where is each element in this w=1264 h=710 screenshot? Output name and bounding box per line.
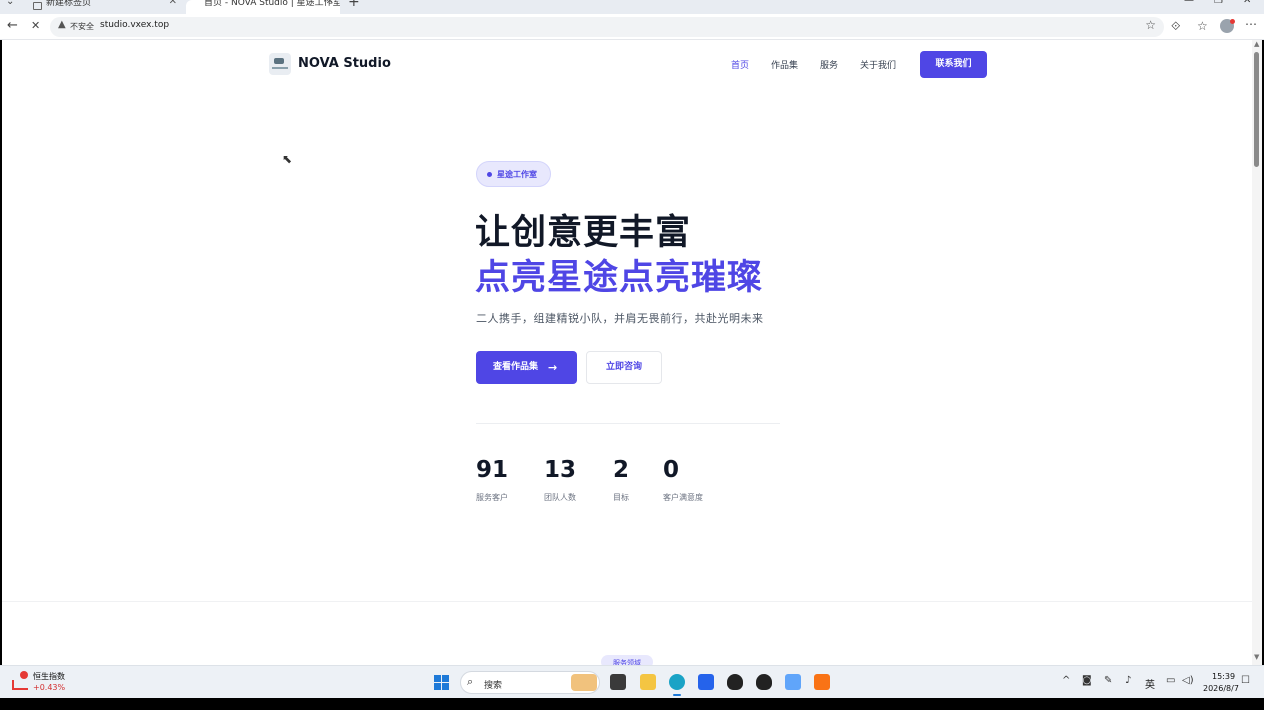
window-close-icon[interactable]: ✕ <box>1243 0 1251 6</box>
tab-page-icon <box>33 2 42 10</box>
search-highlight-icon <box>571 674 597 691</box>
tab-actions-icon[interactable]: ⌄ <box>6 0 14 7</box>
qq-icon[interactable] <box>727 674 743 690</box>
address-toolbar: ← ✕ ▲ 不安全 studio.vxex.top ☆ ⟐ ☆ ⋯ <box>0 14 1264 40</box>
view-portfolio-label: 查看作品集 <box>493 362 539 372</box>
back-icon[interactable]: ← <box>7 18 18 33</box>
tray-chevron-icon[interactable]: ^ <box>1062 675 1070 686</box>
badge-dot-icon <box>487 172 492 177</box>
url-text[interactable]: studio.vxex.top <box>100 20 169 30</box>
contact-button[interactable]: 联系我们 <box>920 51 987 78</box>
page-viewport: NOVA Studio 首页 作品集 服务 关于我们 联系我们 星途工作室 让创… <box>2 40 1252 665</box>
minimize-icon[interactable]: — <box>1184 0 1194 6</box>
hero-subtitle: 二人携手，组建精锐小队，并肩无畏前行，共赴光明未来 <box>476 312 764 325</box>
network-icon[interactable]: ▭ <box>1166 675 1175 686</box>
stat-label-satisfaction: 客户满意度 <box>663 493 703 502</box>
studio-badge: 星途工作室 <box>476 161 551 187</box>
tab-close-icon[interactable]: ✕ <box>326 0 334 7</box>
taskbar-search[interactable]: ⌕ 搜索 <box>460 671 600 694</box>
scroll-up-icon[interactable]: ▲ <box>1254 40 1259 48</box>
volume-icon[interactable]: ◁) <box>1182 675 1194 686</box>
nav-home[interactable]: 首页 <box>731 58 749 71</box>
arrow-right-icon: → <box>548 361 558 374</box>
windows-taskbar: 恒生指数 +0.43% ⌕ 搜索 ^ ◙ ✎ ♪ 英 ▭ ◁) 15:39 20… <box>0 665 1264 698</box>
store-icon[interactable] <box>698 674 714 690</box>
stat-label-goal: 目标 <box>613 493 629 502</box>
hero-title-line2: 点亮星途点亮璀璨 <box>475 258 764 298</box>
tab-title: 新建标签页 <box>46 0 92 8</box>
address-bar[interactable]: ▲ 不安全 studio.vxex.top ☆ <box>50 17 1164 37</box>
edge-browser-icon[interactable] <box>669 674 685 696</box>
file-explorer-icon[interactable] <box>640 674 656 690</box>
favorites-icon[interactable]: ☆ <box>1197 19 1208 33</box>
warning-icon[interactable]: ▲ <box>58 19 66 30</box>
app-window-icon[interactable] <box>785 674 801 690</box>
microphone-icon[interactable]: ♪ <box>1125 675 1131 686</box>
screen-bottom-edge <box>0 698 1264 710</box>
stat-value-team: 13 <box>544 457 577 483</box>
tab-new-tab[interactable]: 新建标签页 ✕ <box>28 0 183 14</box>
stock-widget-icon[interactable] <box>12 671 28 690</box>
clock-time[interactable]: 15:39 <box>1212 672 1235 681</box>
nav-portfolio[interactable]: 作品集 <box>771 58 798 71</box>
tab-strip: ⌄ 新建标签页 ✕ 首页 - NOVA Studio | 星途工作室 ✕ + —… <box>0 0 1264 14</box>
mouse-cursor-icon: ⬉ <box>282 152 293 166</box>
new-tab-button[interactable]: + <box>348 0 360 10</box>
extensions-icon[interactable]: ⟐ <box>1171 19 1180 34</box>
scroll-down-icon[interactable]: ▼ <box>1254 653 1259 661</box>
badge-text: 星途工作室 <box>497 170 537 179</box>
windows-start-icon[interactable] <box>434 675 450 691</box>
view-portfolio-button[interactable]: 查看作品集 → <box>476 351 577 384</box>
search-label: 搜索 <box>484 681 503 691</box>
insecure-label[interactable]: 不安全 <box>70 21 94 32</box>
services-section-badge: 服务领域 <box>601 655 653 665</box>
app-tool-icon[interactable] <box>814 674 830 690</box>
tray-pencil-icon[interactable]: ✎ <box>1104 675 1112 686</box>
tab-close-icon[interactable]: ✕ <box>169 0 177 7</box>
stat-value-satisfaction: 0 <box>663 457 680 483</box>
notification-icon[interactable]: ☐ <box>1241 675 1250 686</box>
consult-button[interactable]: 立即咨询 <box>586 351 662 384</box>
notification-dot <box>1230 19 1235 24</box>
stock-name[interactable]: 恒生指数 <box>33 671 65 682</box>
qq-icon-2[interactable] <box>756 674 772 690</box>
site-logo[interactable] <box>269 53 291 75</box>
tray-app-icon[interactable]: ◙ <box>1082 675 1092 686</box>
clock-date[interactable]: 2026/8/7 <box>1203 684 1239 693</box>
task-view-icon[interactable] <box>610 674 626 690</box>
restore-icon[interactable]: ❐ <box>1214 0 1223 6</box>
hero-title-line1: 让创意更丰富 <box>475 213 692 253</box>
site-brand[interactable]: NOVA Studio <box>298 56 391 71</box>
stock-change[interactable]: +0.43% <box>33 683 65 692</box>
nav-services[interactable]: 服务 <box>820 58 838 71</box>
tab-active[interactable]: 首页 - NOVA Studio | 星途工作室 ✕ <box>186 0 340 14</box>
favorite-star-icon[interactable]: ☆ <box>1145 18 1156 32</box>
tab-title: 首页 - NOVA Studio | 星途工作室 <box>204 0 340 8</box>
stat-label-team: 团队人数 <box>544 493 576 502</box>
more-menu-icon[interactable]: ⋯ <box>1245 17 1257 31</box>
stats-divider <box>476 423 780 424</box>
stat-label-clients: 服务客户 <box>476 493 508 502</box>
stat-value-goal: 2 <box>613 457 630 483</box>
nav-about[interactable]: 关于我们 <box>860 58 896 71</box>
section-divider <box>2 601 1252 602</box>
ime-indicator[interactable]: 英 <box>1145 676 1155 691</box>
scroll-thumb[interactable] <box>1254 52 1259 167</box>
search-icon: ⌕ <box>467 675 474 688</box>
stat-value-clients: 91 <box>476 457 509 483</box>
stop-loading-icon[interactable]: ✕ <box>31 19 40 32</box>
